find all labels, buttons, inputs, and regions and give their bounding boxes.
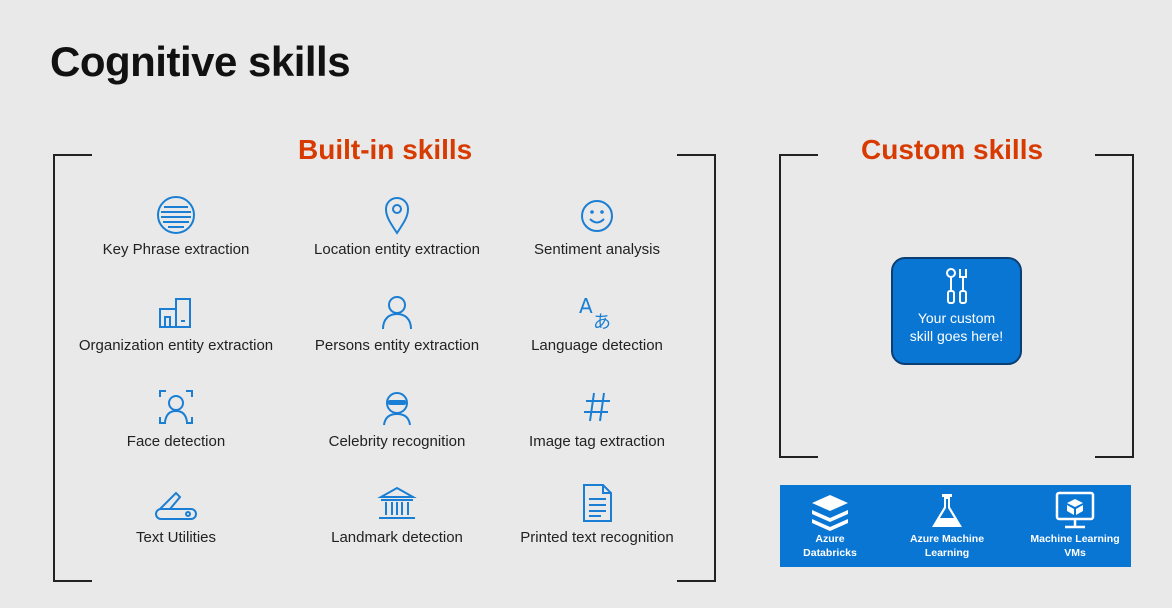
skill-sentiment-analysis: Sentiment analysis xyxy=(487,195,707,258)
smiley-icon xyxy=(581,200,613,232)
page-title: Cognitive skills xyxy=(50,38,351,85)
skill-organization-entity-extraction: Organization entity extraction xyxy=(66,291,286,354)
service-line2: Databricks xyxy=(803,547,857,559)
skill-image-tag-extraction: Image tag extraction xyxy=(487,387,707,450)
service-azure-machine-learning: Azure Machine Learning xyxy=(892,491,1002,559)
skill-label: Landmark detection xyxy=(331,529,463,546)
skill-face-detection: Face detection xyxy=(66,387,286,450)
skill-label: Printed text recognition xyxy=(520,529,674,546)
skill-printed-text-recognition: Printed text recognition xyxy=(487,483,707,546)
builtin-skills-heading: Built-in skills xyxy=(298,134,473,165)
hashtag-icon xyxy=(584,392,610,422)
skill-key-phrase-extraction: Key Phrase extraction xyxy=(66,195,286,258)
flask-icon xyxy=(932,494,962,527)
skill-text-utilities: Text Utilities xyxy=(66,483,286,546)
celebrity-icon xyxy=(383,392,411,426)
skill-label: Location entity extraction xyxy=(314,241,480,258)
svg-text:A: A xyxy=(579,294,593,318)
person-icon xyxy=(382,296,412,330)
custom-right-bracket xyxy=(1095,154,1134,458)
skill-landmark-detection: Landmark detection xyxy=(287,483,507,546)
custom-left-bracket xyxy=(779,154,818,458)
svg-text:あ: あ xyxy=(593,312,611,331)
databricks-icon xyxy=(812,495,848,531)
language-icon: A あ xyxy=(579,294,611,331)
service-line1: Azure Machine xyxy=(909,533,985,545)
custom-skills-heading: Custom skills xyxy=(861,134,1044,165)
document-icon xyxy=(583,484,612,522)
services-bar: Azure Databricks Azure Machine Learning … xyxy=(780,485,1131,567)
custom-box-line2: skill goes here! xyxy=(909,328,1004,344)
face-scan-icon xyxy=(159,390,193,424)
building-icon xyxy=(159,298,191,328)
skill-language-detection: A あ Language detection xyxy=(487,291,707,354)
skill-label: Language detection xyxy=(531,337,663,354)
skill-label: Text Utilities xyxy=(135,529,217,546)
skill-label: Sentiment analysis xyxy=(534,241,660,258)
service-line2: Learning xyxy=(924,547,970,559)
skill-label: Key Phrase extraction xyxy=(102,241,250,258)
custom-box-line1: Your custom xyxy=(917,310,996,326)
key-phrase-icon xyxy=(157,196,195,234)
vm-monitor-icon xyxy=(1055,491,1095,529)
skill-label: Persons entity extraction xyxy=(314,337,480,354)
service-line1: Azure xyxy=(815,533,845,545)
skill-celebrity-recognition: Celebrity recognition xyxy=(287,387,507,450)
service-azure-databricks: Azure Databricks xyxy=(775,491,885,559)
service-machine-learning-vms: Machine Learning VMs xyxy=(1020,491,1130,559)
skill-persons-entity-extraction: Persons entity extraction xyxy=(287,291,507,354)
skill-label: Image tag extraction xyxy=(529,433,665,450)
pocket-knife-icon xyxy=(155,491,197,520)
service-line1: Machine Learning xyxy=(1030,533,1120,545)
tools-icon xyxy=(945,268,967,304)
landmark-icon xyxy=(377,486,417,519)
skill-label: Celebrity recognition xyxy=(328,433,466,450)
service-line2: VMs xyxy=(1064,547,1086,559)
skill-label: Organization entity extraction xyxy=(78,337,274,354)
skill-location-entity-extraction: Location entity extraction xyxy=(287,195,507,258)
location-pin-icon xyxy=(384,197,410,235)
custom-skill-box: Your custom skill goes here! xyxy=(891,257,1022,365)
skill-label: Face detection xyxy=(126,433,226,450)
